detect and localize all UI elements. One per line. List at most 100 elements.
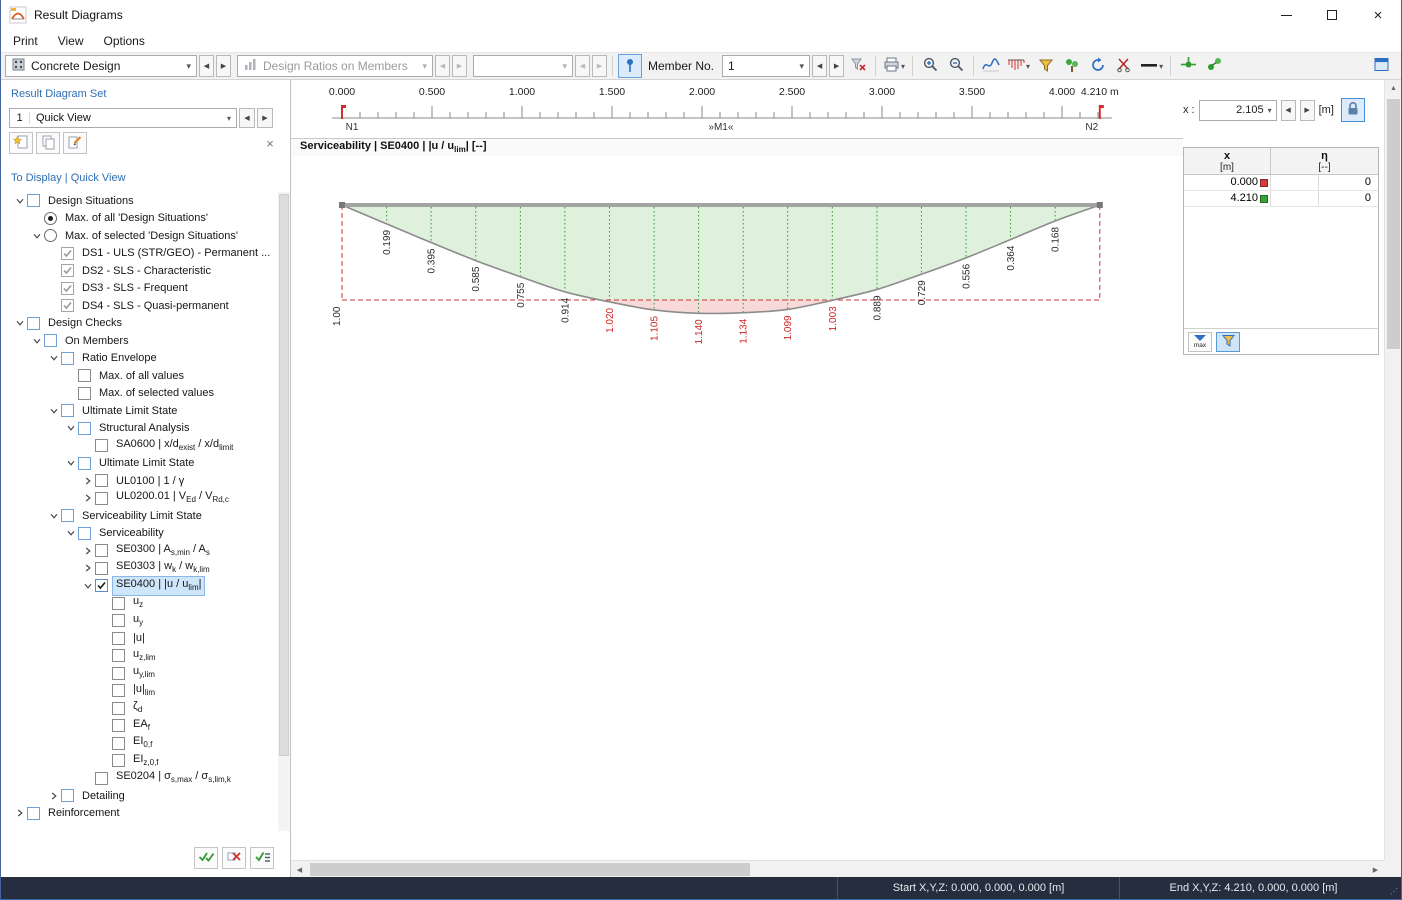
tree-item-label[interactable]: SE0300 | As,min / As	[113, 542, 213, 560]
x-next-button[interactable]: ▶	[1299, 99, 1315, 121]
uncheck-all-button[interactable]	[222, 847, 246, 869]
checkbox[interactable]	[95, 561, 108, 575]
filter-results-button[interactable]	[1034, 54, 1058, 78]
tree-item-label[interactable]: uy,lim	[130, 664, 158, 682]
checkbox[interactable]	[95, 491, 108, 505]
checkbox[interactable]	[61, 299, 74, 313]
next-member-button[interactable]: ▶	[829, 55, 845, 77]
checkbox[interactable]	[61, 246, 74, 260]
clear-member-filter-button[interactable]	[846, 54, 870, 78]
tree-item[interactable]: On Members	[1, 332, 277, 350]
checkbox[interactable]	[95, 544, 108, 558]
tree-item-label[interactable]: Max. of selected 'Design Situations'	[62, 229, 241, 243]
tree-item[interactable]: SA0600 | x/dexist / x/dlimit	[1, 437, 277, 455]
chevron-right-icon[interactable]	[81, 561, 95, 575]
checkbox[interactable]	[61, 351, 74, 365]
chevron-down-icon[interactable]	[81, 579, 95, 593]
close-button[interactable]: ×	[1355, 0, 1401, 30]
lock-x-button[interactable]	[1340, 98, 1365, 122]
tree-scrollbar[interactable]	[278, 192, 290, 831]
tree-item[interactable]: Ratio Envelope	[1, 350, 277, 368]
tree-item[interactable]: UL0200.01 | VEd / VRd,c	[1, 490, 277, 508]
tree-item[interactable]: Serviceability Limit State	[1, 507, 277, 525]
checkbox[interactable]	[27, 806, 40, 820]
checkbox[interactable]	[78, 386, 91, 400]
tree-item-label[interactable]: uz	[130, 594, 146, 612]
pin-member-button[interactable]	[618, 54, 642, 78]
trim-diagram-button[interactable]	[1112, 54, 1136, 78]
tree-item-label[interactable]: Ultimate Limit State	[79, 404, 180, 418]
default-selection-button[interactable]	[250, 847, 274, 869]
design-type-combo[interactable]: Concrete Design ▾	[5, 55, 197, 77]
tree-item-label[interactable]: Reinforcement	[45, 806, 123, 820]
tree-item-label[interactable]: Max. of selected values	[96, 386, 217, 400]
menu-options[interactable]: Options	[103, 34, 144, 48]
tree-item[interactable]: UL0100 | 1 / γ	[1, 472, 277, 490]
tree-item[interactable]: uy	[1, 612, 277, 630]
tree-item-label[interactable]: Detailing	[79, 789, 128, 803]
checkbox[interactable]	[112, 614, 125, 628]
next-design-button[interactable]: ▶	[216, 55, 231, 77]
chevron-right-icon[interactable]	[13, 806, 27, 820]
checkbox[interactable]	[112, 736, 125, 750]
tree-item[interactable]: Ultimate Limit State	[1, 402, 277, 420]
minimize-button[interactable]	[1263, 0, 1309, 30]
tree-item-label[interactable]: Serviceability	[96, 526, 167, 540]
checkbox[interactable]	[112, 649, 125, 663]
tree-item-label[interactable]: SA0600 | x/dexist / x/dlimit	[113, 437, 236, 455]
close-set-button[interactable]: ×	[258, 132, 282, 154]
checkbox[interactable]	[27, 194, 40, 208]
filter-values-button[interactable]	[1216, 331, 1240, 352]
result-type-combo[interactable]: Design Ratios on Members ▾	[237, 55, 433, 77]
zoom-in-button[interactable]	[918, 54, 942, 78]
tree-item-label[interactable]: DS3 - SLS - Frequent	[79, 281, 191, 295]
tree-item[interactable]: EI0,f	[1, 735, 277, 753]
object-visibility-button[interactable]	[1060, 54, 1084, 78]
tree-item-label[interactable]: SE0400 | |u / ulim|	[111, 575, 206, 596]
prev-result-button[interactable]: ◀	[435, 55, 450, 77]
tree-item[interactable]: DS3 - SLS - Frequent	[1, 280, 277, 298]
menu-view[interactable]: View	[58, 34, 84, 48]
member-values-button[interactable]	[1202, 54, 1226, 78]
chevron-down-icon[interactable]	[64, 421, 78, 435]
dock-panel-button[interactable]	[1369, 54, 1393, 78]
tree-item-label[interactable]: DS2 - SLS - Characteristic	[79, 264, 214, 278]
tree-item[interactable]: DS1 - ULS (STR/GEO) - Permanent ...	[1, 245, 277, 263]
tree-item[interactable]: Design Checks	[1, 315, 277, 333]
tree-item[interactable]: uz,lim	[1, 647, 277, 665]
prev-design-button[interactable]: ◀	[199, 55, 214, 77]
checkbox[interactable]	[44, 334, 57, 348]
chevron-right-icon[interactable]	[81, 491, 95, 505]
resize-grip[interactable]: ⋰	[1387, 877, 1401, 899]
tree-item-label[interactable]: Ratio Envelope	[79, 351, 160, 365]
edit-set-button[interactable]	[63, 132, 87, 154]
vertical-scrollbar[interactable]: ▲ ▼	[1384, 80, 1401, 877]
radio-button[interactable]	[44, 229, 57, 243]
regenerate-button[interactable]	[1086, 54, 1110, 78]
chevron-down-icon[interactable]	[30, 334, 44, 348]
x-value-combo[interactable]: 2.105 ▾	[1198, 99, 1277, 121]
checkbox[interactable]	[61, 509, 74, 523]
checkbox[interactable]	[95, 439, 108, 453]
table-row[interactable]: 4.210 0	[1184, 191, 1378, 207]
chevron-down-icon[interactable]	[64, 526, 78, 540]
tree-item[interactable]: Detailing	[1, 787, 277, 805]
checkbox[interactable]	[78, 456, 91, 470]
checkbox[interactable]	[61, 281, 74, 295]
print-button[interactable]: ▾	[881, 54, 907, 78]
tree-item-label[interactable]: EI0,f	[130, 734, 155, 752]
line-style-button[interactable]: ▾	[1138, 54, 1165, 78]
member-no-combo[interactable]: 1 ▾	[722, 55, 811, 77]
checkbox[interactable]	[112, 666, 125, 680]
tree-item-label[interactable]: DS1 - ULS (STR/GEO) - Permanent ...	[79, 246, 273, 260]
x-prev-button[interactable]: ◀	[1280, 99, 1296, 121]
maximize-button[interactable]	[1309, 0, 1355, 30]
tree-scrollbar-thumb[interactable]	[279, 194, 289, 757]
tree-item-label[interactable]: UL0200.01 | VEd / VRd,c	[113, 489, 232, 507]
result-values-button[interactable]: ▾	[1005, 54, 1032, 78]
tree-item-label[interactable]: Max. of all values	[96, 369, 187, 383]
tree-item-label[interactable]: EAf	[130, 717, 153, 735]
tree-item-label[interactable]: SE0204 | σs,max / σs,lim,k	[113, 769, 234, 787]
extra-combo[interactable]: ▾	[473, 55, 573, 77]
member-results-button[interactable]	[1176, 54, 1200, 78]
